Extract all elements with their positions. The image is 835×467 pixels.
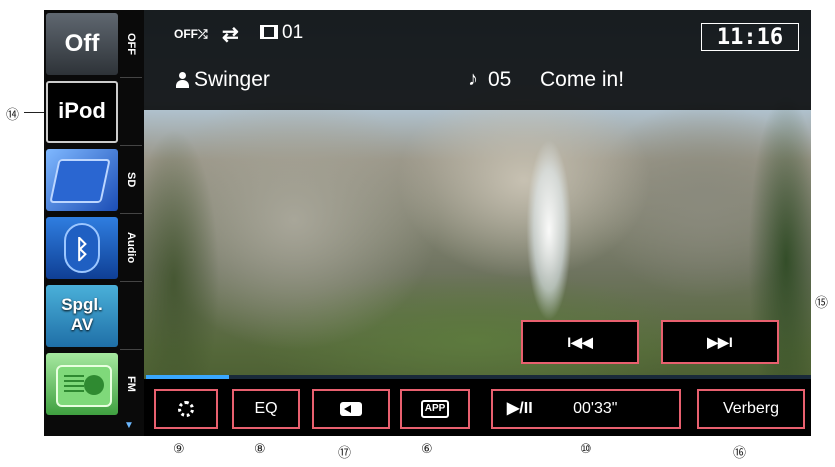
info-bar: OFF⤮ ⇄ 01 11:16 Swinger ♪ 05 Come in! — [144, 10, 811, 110]
source-bluetooth-audio[interactable]: ᛒ Audio — [44, 214, 144, 282]
bluetooth-icon: ᛒ — [64, 223, 100, 273]
previous-track-button[interactable]: I◀◀ — [521, 320, 639, 364]
source-off[interactable]: Off OFF — [44, 10, 144, 78]
callout-15: ⑮ — [815, 296, 829, 311]
sd-card-icon — [49, 159, 111, 203]
source-sd[interactable]: SD — [44, 146, 144, 214]
mirror-av-button[interactable]: Spgl. AV — [46, 285, 118, 347]
sd-side-label: SD — [125, 172, 137, 188]
back-icon — [340, 401, 362, 416]
source-sidebar: Off OFF iPod SD ᛒ Audio Spgl. AV FM ▼ — [44, 10, 144, 436]
back-button[interactable] — [312, 389, 390, 429]
hide-button[interactable]: Verberg — [697, 389, 805, 429]
radio-button[interactable] — [46, 353, 118, 415]
control-bar: EQ APP ▶/II 00'33" Verberg — [144, 379, 811, 436]
callout-14: ⑭ — [6, 108, 20, 123]
callout-10: ⑩ — [580, 442, 592, 457]
play-pause-button[interactable]: ▶/II 00'33" — [491, 389, 681, 429]
shuffle-indicator[interactable]: OFF⤮ — [174, 27, 208, 42]
app-icon: APP — [420, 399, 450, 418]
artist-name: Swinger — [194, 68, 270, 91]
elapsed-time: 00'33" — [573, 400, 618, 417]
track-index: 01 — [282, 22, 304, 43]
bluetooth-button[interactable]: ᛒ — [46, 217, 118, 279]
off-button[interactable]: Off — [46, 13, 118, 75]
eq-button[interactable]: EQ — [232, 389, 300, 429]
app-button[interactable]: APP — [400, 389, 470, 429]
song-title: Come in! — [540, 68, 625, 91]
callout-17: ⑰ — [338, 446, 352, 461]
callout-lead — [24, 112, 44, 113]
ipod-button[interactable]: iPod — [46, 81, 118, 143]
video-track-icon — [260, 25, 278, 39]
source-mirror-av[interactable]: Spgl. AV — [44, 282, 144, 350]
repeat-icon[interactable]: ⇄ — [222, 22, 239, 47]
source-fm[interactable]: FM — [44, 350, 144, 418]
scroll-down-icon[interactable]: ▼ — [124, 420, 134, 431]
gear-icon — [178, 400, 194, 417]
callout-16: ⑯ — [733, 446, 747, 461]
source-ipod[interactable]: iPod — [44, 78, 144, 146]
music-note-icon: ♪ — [468, 68, 478, 90]
audio-side-label: Audio — [125, 232, 137, 264]
callout-8: ⑧ — [254, 442, 266, 457]
off-side-label: OFF — [125, 33, 137, 55]
fm-side-label: FM — [125, 376, 137, 392]
clock: 11:16 — [701, 23, 799, 51]
device-screen: Off OFF iPod SD ᛒ Audio Spgl. AV FM ▼ OF… — [44, 10, 811, 436]
settings-button[interactable] — [154, 389, 218, 429]
mirror-av-label-2: AV — [70, 315, 94, 334]
callout-9: ⑨ — [173, 442, 185, 457]
video-area[interactable]: OFF⤮ ⇄ 01 11:16 Swinger ♪ 05 Come in! I◀… — [144, 10, 811, 436]
next-track-button[interactable]: ▶▶I — [661, 320, 779, 364]
callout-6: ⑥ — [421, 442, 433, 457]
track-number: 05 — [488, 68, 512, 91]
mirror-av-label-1: Spgl. — [61, 295, 103, 314]
sd-button[interactable] — [46, 149, 118, 211]
artist-icon — [176, 72, 189, 88]
radio-icon — [56, 365, 112, 407]
play-pause-icon: ▶/II — [507, 400, 533, 417]
